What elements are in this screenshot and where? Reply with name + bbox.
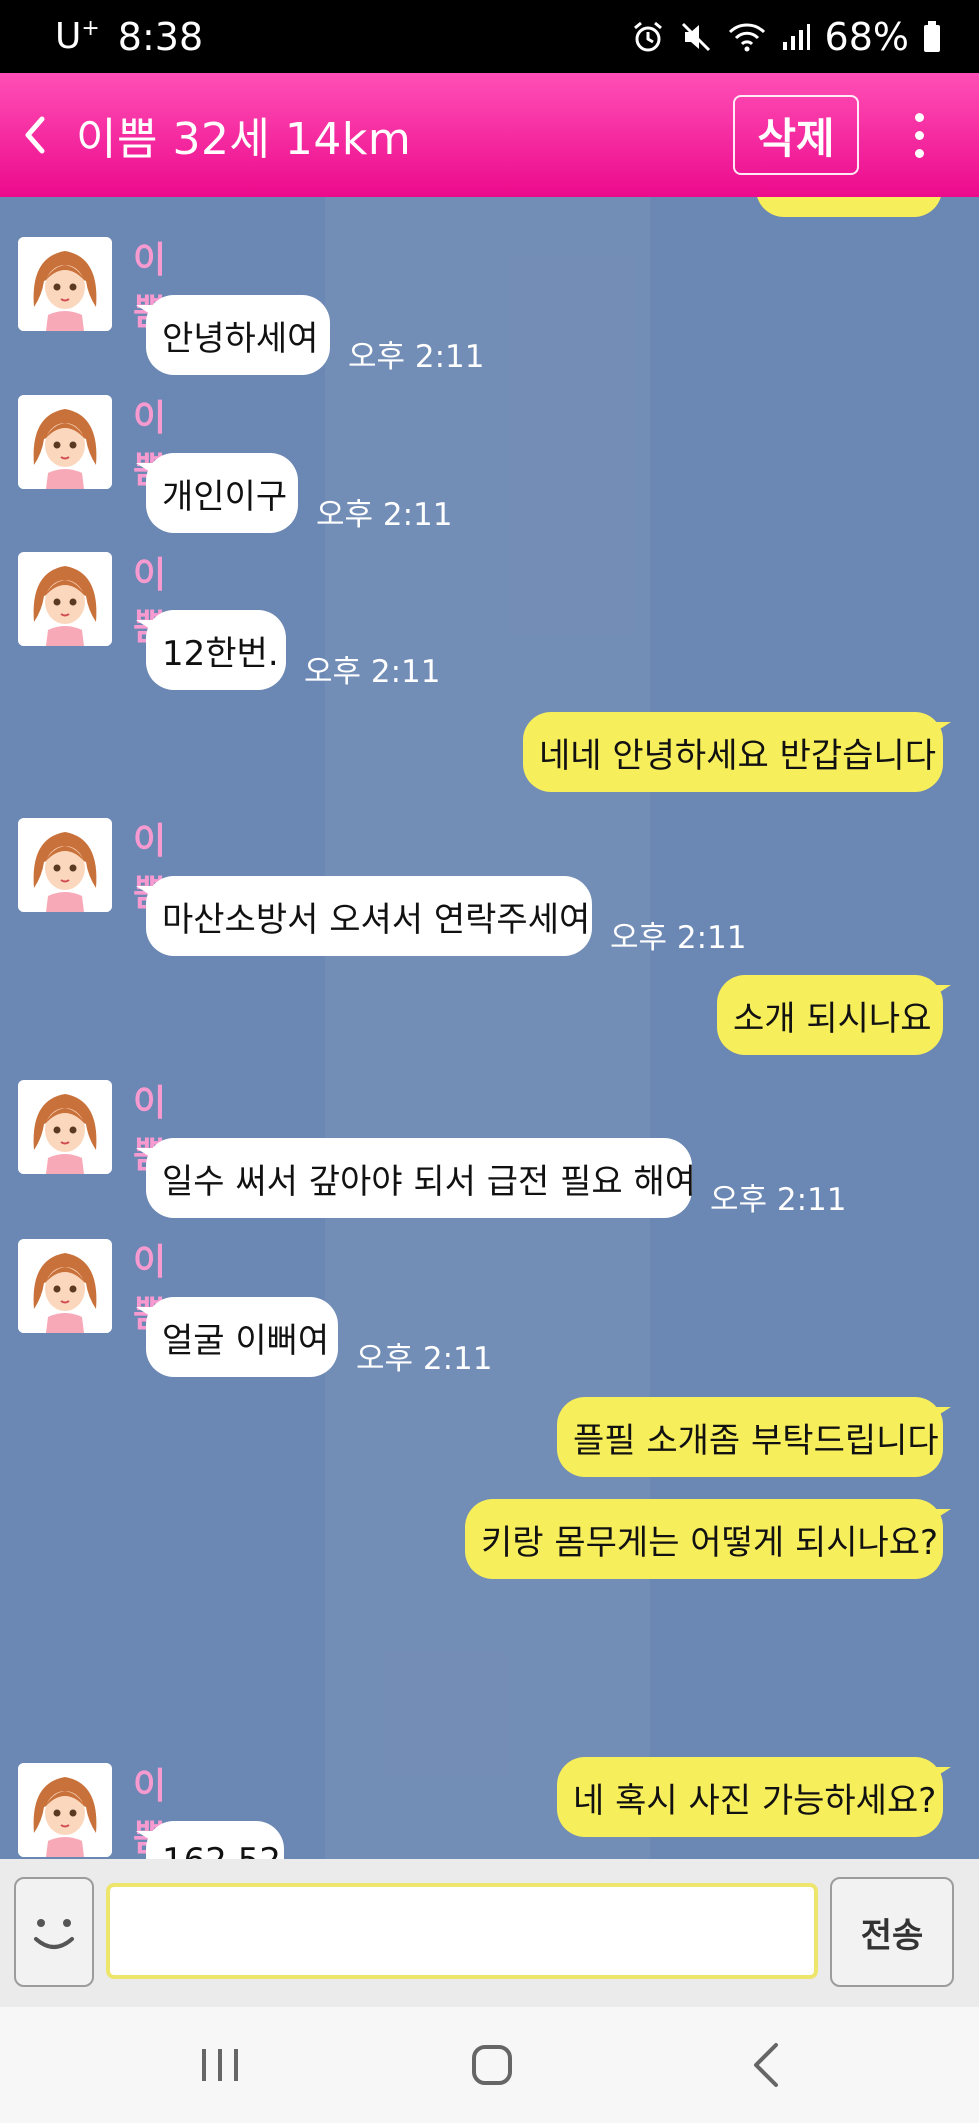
avatar[interactable] (18, 552, 112, 646)
message-time: 오후 2:11 (356, 1341, 493, 1377)
message-bubble[interactable]: 소개 되시나요 (717, 975, 943, 1055)
message-time: 오후 2:11 (316, 497, 453, 533)
avatar[interactable] (18, 1239, 112, 1333)
mute-icon (679, 20, 713, 54)
system-nav-bar (0, 2007, 979, 2123)
status-bar: U+ 8:38 68% (0, 0, 979, 73)
alarm-icon (631, 20, 665, 54)
recent-apps-button[interactable] (190, 2035, 250, 2095)
emoji-button[interactable] (14, 1877, 94, 1987)
message-bubble[interactable]: 네네 안녕하세요 반갑습니다 (523, 712, 943, 792)
message-bubble[interactable]: 개인이구 (146, 453, 298, 533)
more-vert-icon (914, 112, 924, 122)
message-bubble[interactable]: 마산소방서 오셔서 연락주세여 (146, 876, 592, 956)
message-bubble[interactable]: 얼굴 이뻐여 (146, 1297, 338, 1377)
message-bubble[interactable]: 일수 써서 갚아야 되서 급전 필요 해여 (146, 1138, 696, 1218)
message-bubble[interactable]: 키랑 몸무게는 어떻게 되시나요? (465, 1499, 943, 1579)
delete-button[interactable]: 삭제 (733, 95, 859, 175)
home-button[interactable] (462, 2035, 522, 2095)
avatar[interactable] (18, 1763, 112, 1857)
battery-icon (923, 20, 941, 53)
status-time: 8:38 (117, 14, 204, 59)
message-bubble[interactable]: 162 52 (146, 1821, 284, 1859)
avatar[interactable] (18, 818, 112, 912)
avatar[interactable] (18, 237, 112, 331)
back-button[interactable] (22, 105, 68, 165)
more-options-button[interactable] (901, 95, 937, 175)
chevron-left-icon (754, 2043, 778, 2087)
message-time: 오후 2:11 (710, 1182, 847, 1218)
cut-off-message-bubble (756, 197, 942, 217)
message-bubble[interactable]: 플필 소개좀 부탁드립니다 (557, 1397, 943, 1477)
message-bubble[interactable]: 안녕하세여 (146, 295, 330, 375)
message-bubble[interactable]: 12한번. (146, 610, 286, 690)
carrier-label: U+ (55, 16, 100, 57)
chat-area[interactable]: 이쁨안녕하세여오후 2:11 이쁨개인이구오후 2:11 이쁨12한번.오후 2… (0, 197, 979, 1859)
send-button[interactable]: 전송 (830, 1877, 954, 1987)
message-time: 오후 2:11 (348, 339, 485, 375)
avatar[interactable] (18, 1080, 112, 1174)
home-icon (472, 2045, 512, 2085)
signal-icon (781, 22, 811, 52)
chat-title: 이쁨 32세 14km (76, 114, 412, 165)
message-time: 오후 2:11 (304, 654, 441, 690)
input-bar: 전송 (0, 1859, 979, 2007)
message-bubble[interactable]: 네 혹시 사진 가능하세요? (557, 1757, 943, 1837)
wifi-icon (727, 20, 767, 54)
back-nav-button[interactable] (738, 2035, 798, 2095)
recent-apps-icon (202, 2049, 238, 2081)
chat-header: 이쁨 32세 14km 삭제 (0, 73, 979, 197)
message-time: 오후 2:11 (610, 920, 747, 956)
avatar[interactable] (18, 395, 112, 489)
battery-percent: 68% (824, 14, 909, 59)
message-input[interactable] (106, 1883, 818, 1979)
chevron-left-icon (25, 116, 45, 154)
smiley-icon (34, 1919, 74, 1949)
